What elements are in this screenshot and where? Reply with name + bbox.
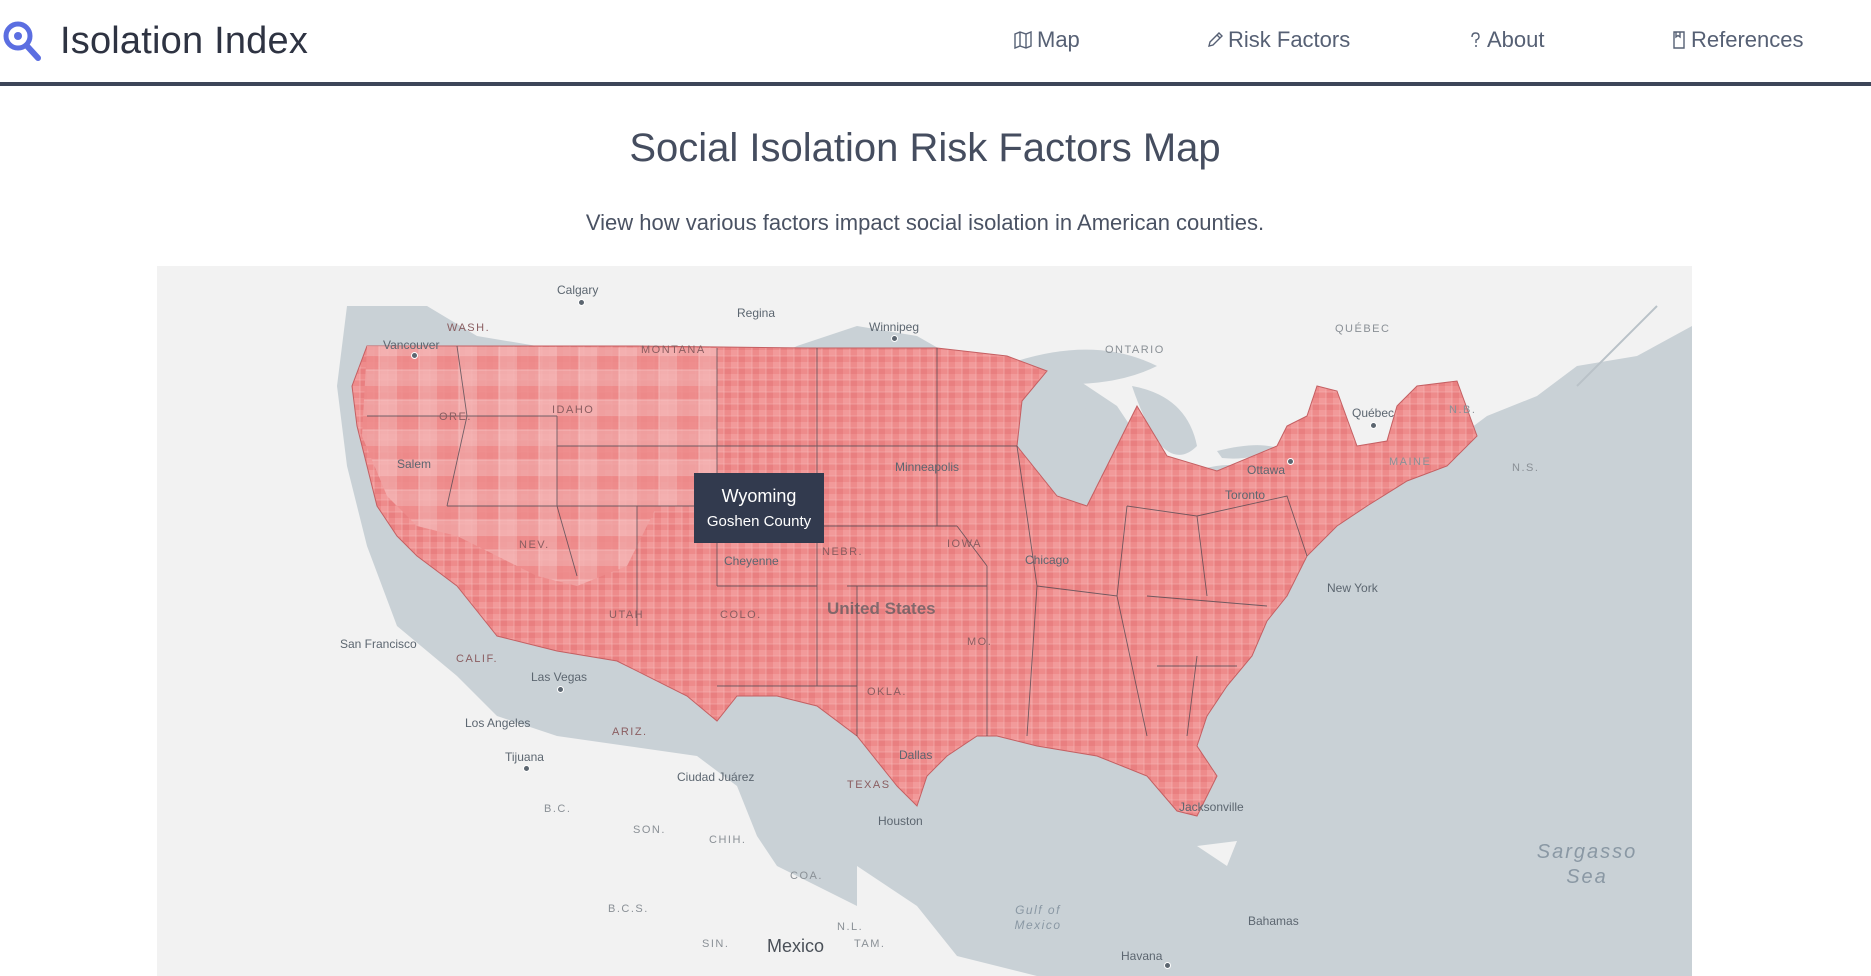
label-toronto: Toronto: [1225, 488, 1266, 502]
city-dot: [1164, 962, 1171, 969]
label-nb: N.B.: [1449, 404, 1477, 416]
label-havana: Havana: [1121, 949, 1163, 963]
label-quebec-city: Québec: [1352, 406, 1395, 420]
magnifier-icon: [3, 21, 41, 61]
label-bahamas: Bahamas: [1248, 914, 1299, 928]
label-tam: TAM.: [854, 938, 886, 950]
label-colo: COLO.: [720, 609, 762, 621]
label-chicago: Chicago: [1025, 553, 1070, 567]
label-san-francisco: San Francisco: [340, 637, 417, 651]
label-mexico: Mexico: [767, 936, 825, 956]
map-icon: [1014, 31, 1032, 49]
label-chih: CHIH.: [709, 834, 747, 846]
city-dot: [557, 686, 564, 693]
label-nebr: NEBR.: [822, 546, 864, 558]
label-nev: NEV.: [519, 539, 550, 551]
label-idaho: IDAHO: [552, 404, 595, 416]
label-ns: N.S.: [1512, 462, 1540, 474]
label-vancouver: Vancouver: [383, 338, 440, 352]
label-minneapolis: Minneapolis: [895, 460, 960, 474]
top-navbar: Isolation Index Map Risk Factors About R…: [0, 0, 1871, 86]
label-iowa: IOWA: [947, 538, 982, 550]
label-bcs: B.C.S.: [608, 903, 649, 915]
choropleth-map[interactable]: Calgary Regina Winnipeg Vancouver ONTARI…: [157, 266, 1692, 976]
label-quebec-province: QUÉBEC: [1335, 323, 1391, 335]
label-wash: WASH.: [447, 322, 491, 334]
label-coa: COA.: [790, 870, 823, 882]
nav-risk-factors-label: Risk Factors: [1228, 27, 1351, 52]
tooltip-state: Wyoming: [721, 486, 797, 506]
city-dot: [891, 335, 898, 342]
label-ottawa: Ottawa: [1247, 463, 1286, 477]
map-canvas[interactable]: [157, 266, 1692, 976]
label-gulf-of-mexico: Gulf of Mexico: [1014, 903, 1062, 932]
label-new-york: New York: [1327, 581, 1378, 595]
label-winnipeg: Winnipeg: [869, 320, 920, 334]
label-calif: CALIF.: [456, 653, 499, 665]
label-ariz: ARIZ.: [612, 726, 648, 738]
label-bc-mexico: B.C.: [544, 803, 572, 815]
label-las-vegas: Las Vegas: [531, 670, 588, 684]
brand[interactable]: Isolation Index: [2, 20, 308, 62]
document-icon: [1673, 31, 1685, 49]
label-dallas: Dallas: [899, 748, 933, 762]
label-texas: TEXAS: [847, 779, 891, 791]
tooltip-county: Goshen County: [706, 512, 812, 530]
question-icon: [1471, 32, 1480, 47]
label-mo: MO.: [967, 636, 993, 648]
label-sargasso-sea: Sargasso Sea: [1536, 841, 1638, 888]
city-dot: [411, 352, 418, 359]
label-cheyenne: Cheyenne: [724, 554, 779, 568]
pencil-icon: [1208, 32, 1223, 47]
label-los-angeles: Los Angeles: [465, 716, 531, 730]
nav-about-label: About: [1487, 27, 1545, 52]
nav-about[interactable]: About: [1467, 27, 1545, 53]
label-regina: Regina: [737, 306, 776, 320]
nav-risk-factors[interactable]: Risk Factors: [1206, 27, 1350, 53]
nav-map-label: Map: [1037, 27, 1080, 52]
city-dot: [1370, 422, 1377, 429]
brand-title: Isolation Index: [60, 20, 309, 62]
label-houston: Houston: [878, 814, 923, 828]
label-sin: SIN.: [702, 938, 730, 950]
label-jacksonville: Jacksonville: [1179, 800, 1244, 814]
label-ciudad-juarez: Ciudad Juárez: [677, 770, 755, 784]
label-tijuana: Tijuana: [505, 750, 544, 764]
county-tooltip: Wyoming Goshen County: [694, 473, 824, 543]
city-dot: [578, 299, 585, 306]
city-dot: [1287, 458, 1294, 465]
label-maine: MAINE: [1389, 456, 1432, 468]
label-salem: Salem: [397, 457, 432, 471]
label-united-states: United States: [827, 599, 936, 618]
label-montana: MONTANA: [641, 344, 706, 356]
label-nl: N.L.: [837, 921, 864, 933]
label-utah: UTAH: [609, 609, 645, 621]
nav-references-label: References: [1691, 27, 1804, 52]
city-dot: [523, 765, 530, 772]
page-subtitle: View how various factors impact social i…: [585, 210, 1265, 235]
page-title: Social Isolation Risk Factors Map: [629, 126, 1221, 170]
label-son: SON.: [633, 824, 666, 836]
label-okla: OKLA.: [867, 686, 907, 698]
label-calgary: Calgary: [557, 283, 599, 297]
nav-references[interactable]: References: [1671, 27, 1804, 53]
label-ontario: ONTARIO: [1105, 344, 1165, 356]
nav-map[interactable]: Map: [1013, 27, 1080, 53]
label-ore: ORE.: [439, 411, 472, 423]
